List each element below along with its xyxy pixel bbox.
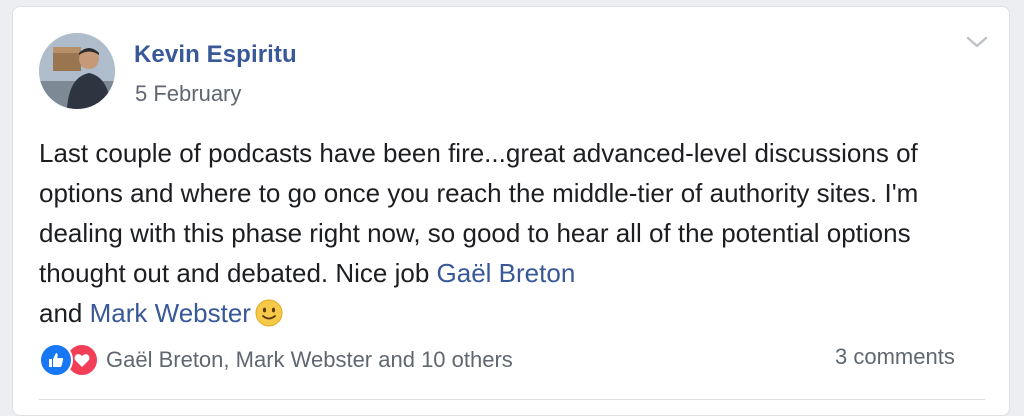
- avatar-photo: [39, 33, 115, 109]
- reactions-summary[interactable]: Gaël Breton, Mark Webster and 10 others: [39, 340, 513, 380]
- mention-mark-webster[interactable]: Mark Webster: [90, 298, 251, 328]
- footer-divider: [39, 399, 985, 400]
- slightly-smiling-face-icon: [255, 298, 283, 327]
- like-icon: [39, 343, 73, 377]
- mention-gael-breton[interactable]: Gaël Breton: [437, 258, 576, 288]
- post-message: Last couple of podcasts have been fire..…: [39, 133, 999, 333]
- reactions-text: Gaël Breton, Mark Webster and 10 others: [106, 347, 513, 372]
- author-name-link[interactable]: Kevin Espiritu: [134, 41, 297, 69]
- comments-count-link[interactable]: 3 comments: [835, 344, 955, 370]
- post-text-and: and: [39, 298, 83, 328]
- post-options-chevron-icon[interactable]: [963, 32, 991, 52]
- post-date-link[interactable]: 5 February: [135, 81, 241, 107]
- post-card: Kevin Espiritu 5 February Last couple of…: [12, 6, 1010, 416]
- author-avatar[interactable]: [39, 33, 115, 109]
